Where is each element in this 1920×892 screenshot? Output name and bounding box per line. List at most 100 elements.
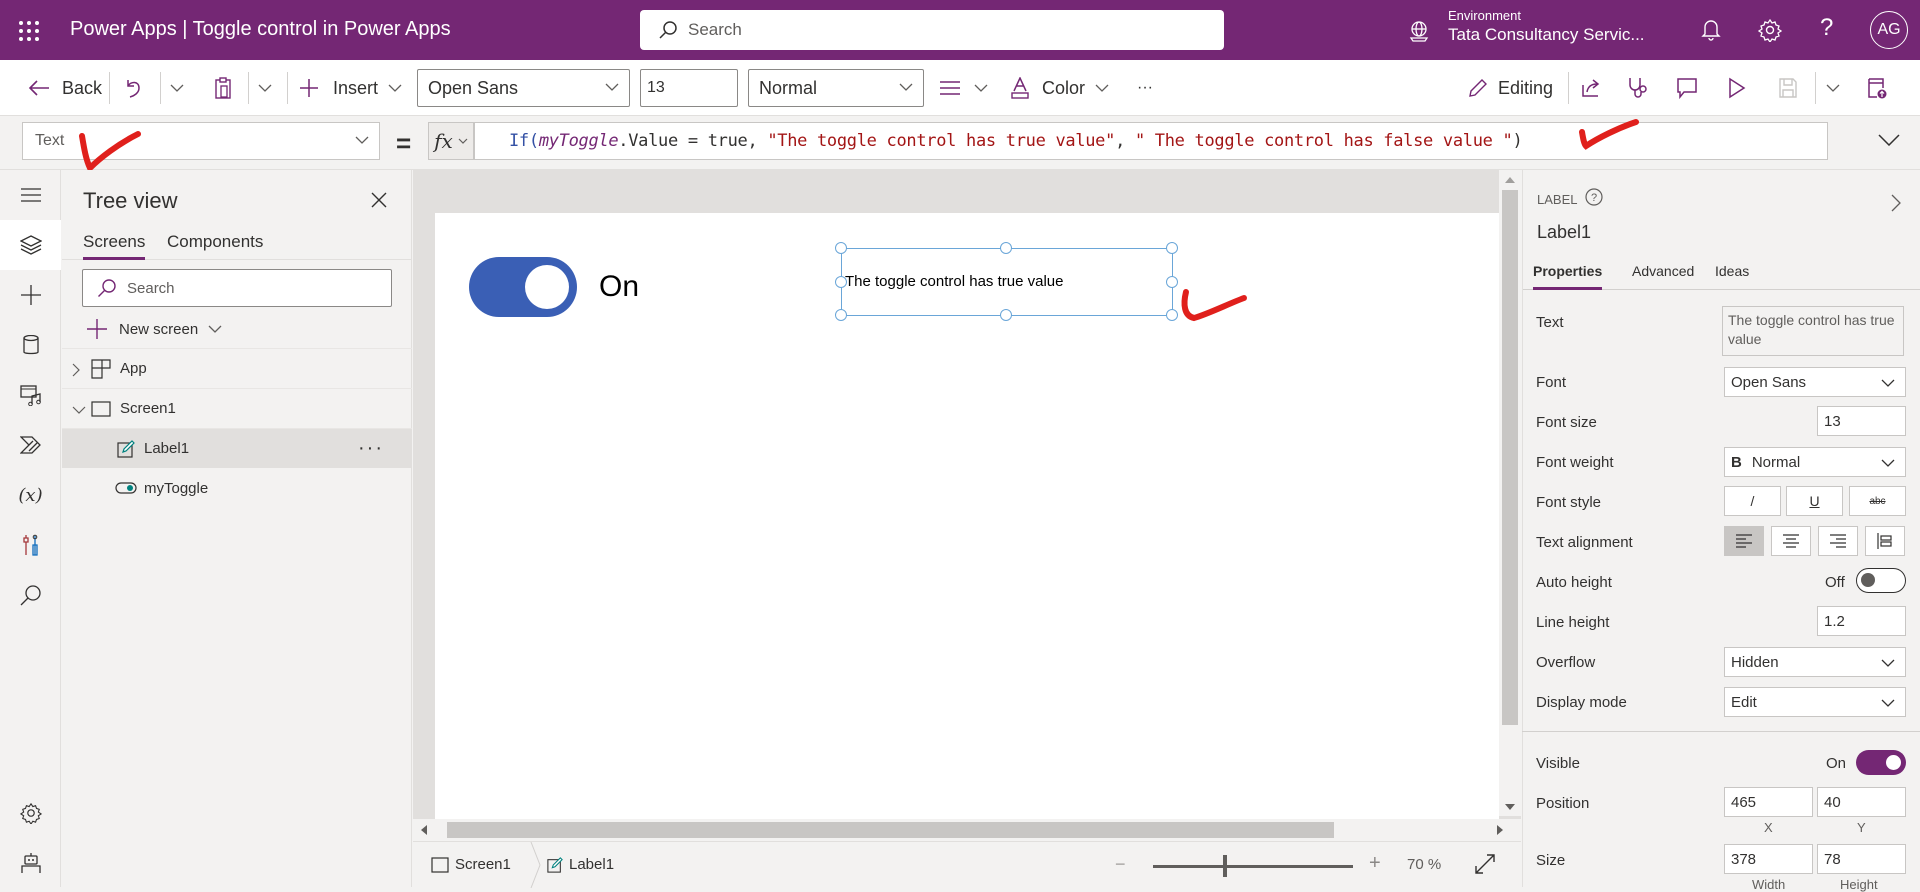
tree-item-app[interactable]: App (62, 348, 412, 388)
zoom-slider[interactable] (1153, 865, 1353, 868)
vertical-scrollbar[interactable] (1499, 170, 1521, 816)
publish-button[interactable] (1866, 60, 1888, 116)
paste-dropdown-button[interactable] (258, 60, 272, 116)
expand-formula-button[interactable] (1878, 134, 1900, 146)
scroll-right-arrow-icon[interactable] (1497, 825, 1503, 835)
rail-data[interactable] (0, 320, 61, 370)
position-x-input[interactable]: 465 (1724, 787, 1813, 817)
paste-button[interactable] (213, 60, 233, 116)
tree-item-mytoggle[interactable]: myToggle (62, 468, 412, 508)
rail-copilot[interactable] (0, 838, 61, 888)
tab-advanced[interactable]: Advanced (1632, 263, 1694, 290)
position-y-input[interactable]: 40 (1817, 787, 1906, 817)
comments-button[interactable] (1676, 60, 1698, 116)
save-dropdown-button[interactable] (1826, 60, 1840, 116)
editing-mode-button[interactable]: Editing (1468, 60, 1553, 116)
resize-handle[interactable] (835, 242, 847, 254)
collapse-panel-button[interactable] (1891, 194, 1901, 212)
resize-handle[interactable] (835, 309, 847, 321)
resize-handle[interactable] (835, 276, 847, 288)
more-options-button[interactable]: ··· (358, 437, 384, 460)
undo-button[interactable] (124, 60, 144, 116)
rail-tree-view[interactable] (0, 220, 61, 270)
resize-handle[interactable] (1000, 242, 1012, 254)
environment-globe-icon[interactable] (1408, 20, 1430, 42)
text-align-button[interactable] (940, 60, 988, 116)
color-button[interactable]: Color (1010, 60, 1109, 116)
tree-search-input[interactable]: Search (82, 269, 392, 307)
resize-handle[interactable] (1000, 309, 1012, 321)
settings-gear-icon[interactable] (1758, 18, 1782, 42)
tree-item-screen1[interactable]: Screen1 (62, 388, 412, 428)
collapse-menu-button[interactable] (0, 170, 61, 220)
font-size-property-input[interactable]: 13 (1817, 406, 1906, 436)
size-width-input[interactable]: 378 (1724, 844, 1813, 874)
share-button[interactable] (1580, 60, 1602, 116)
text-property-input[interactable]: The toggle control has true value (1722, 306, 1904, 356)
display-mode-property-dropdown[interactable]: Edit (1724, 687, 1906, 717)
resize-handle[interactable] (1166, 242, 1178, 254)
underline-button[interactable]: U (1786, 486, 1843, 516)
property-dropdown[interactable]: Text (22, 122, 380, 160)
scroll-up-arrow-icon[interactable] (1505, 177, 1515, 183)
font-property-dropdown[interactable]: Open Sans (1724, 367, 1906, 397)
breadcrumb-screen1[interactable]: Screen1 (431, 856, 511, 873)
app-checker-button[interactable] (1627, 60, 1649, 116)
preview-play-button[interactable] (1728, 60, 1746, 116)
rail-media[interactable] (0, 370, 61, 420)
overflow-property-dropdown[interactable]: Hidden (1724, 647, 1906, 677)
save-button[interactable] (1778, 60, 1798, 116)
help-question-icon[interactable]: ? (1820, 14, 1833, 42)
variables-icon[interactable]: (x) (0, 470, 61, 520)
breadcrumb-label1[interactable]: Label1 (547, 856, 614, 873)
app-launcher-icon[interactable] (18, 20, 42, 42)
rail-settings[interactable] (0, 788, 61, 838)
notifications-bell-icon[interactable] (1700, 18, 1722, 42)
rail-advanced-tools[interactable] (0, 520, 61, 570)
font-size-input[interactable]: 13 (640, 69, 738, 107)
rail-search[interactable] (0, 570, 61, 620)
vertical-scroll-thumb[interactable] (1502, 190, 1518, 725)
formula-input[interactable]: If(myToggle .Value = true, "The toggle co… (474, 122, 1828, 160)
tab-screens[interactable]: Screens (83, 232, 146, 260)
back-button[interactable]: Back (28, 60, 102, 116)
align-right-button[interactable] (1818, 526, 1858, 556)
font-family-dropdown[interactable]: Open Sans (417, 69, 630, 107)
visible-toggle[interactable] (1856, 750, 1906, 775)
font-weight-dropdown[interactable]: Normal (748, 69, 924, 107)
align-center-button[interactable] (1771, 526, 1811, 556)
auto-height-toggle[interactable] (1856, 568, 1906, 593)
size-height-input[interactable]: 78 (1817, 844, 1906, 874)
zoom-out-button[interactable]: − (1115, 854, 1126, 875)
insert-button[interactable]: Insert (299, 60, 402, 116)
horizontal-scroll-thumb[interactable] (447, 822, 1334, 838)
global-search-input[interactable]: Search (640, 10, 1224, 50)
fx-function-button[interactable]: fx (428, 122, 474, 160)
close-tree-view-button[interactable] (371, 192, 387, 208)
scroll-down-arrow-icon[interactable] (1505, 804, 1515, 810)
strikethrough-button[interactable]: abc (1849, 486, 1906, 516)
font-weight-property-dropdown[interactable]: B Normal (1724, 447, 1906, 477)
help-circle-icon[interactable]: ? (1585, 188, 1603, 206)
resize-handle[interactable] (1166, 309, 1178, 321)
rail-power-automate[interactable] (0, 420, 61, 470)
horizontal-scrollbar[interactable] (413, 819, 1521, 841)
align-justify-button[interactable] (1865, 526, 1905, 556)
undo-dropdown-button[interactable] (170, 60, 184, 116)
tab-ideas[interactable]: Ideas (1715, 263, 1749, 290)
tab-properties[interactable]: Properties (1533, 263, 1603, 290)
zoom-in-button[interactable]: + (1369, 852, 1381, 875)
new-screen-button[interactable]: New screen (87, 314, 222, 344)
my-toggle-control[interactable] (469, 257, 577, 317)
italic-button[interactable]: / (1724, 486, 1781, 516)
align-left-button[interactable] (1724, 526, 1764, 556)
rail-insert[interactable] (0, 270, 61, 320)
zoom-slider-thumb[interactable] (1223, 855, 1227, 877)
user-avatar[interactable]: AG (1870, 11, 1908, 49)
resize-handle[interactable] (1166, 276, 1178, 288)
fit-to-window-button[interactable] (1475, 854, 1495, 874)
tab-components[interactable]: Components (167, 232, 263, 260)
environment-picker[interactable]: Environment Tata Consultancy Servic... (1448, 8, 1645, 45)
tree-item-label1[interactable]: Label1 ··· (62, 428, 412, 468)
line-height-property-input[interactable]: 1.2 (1817, 606, 1906, 636)
